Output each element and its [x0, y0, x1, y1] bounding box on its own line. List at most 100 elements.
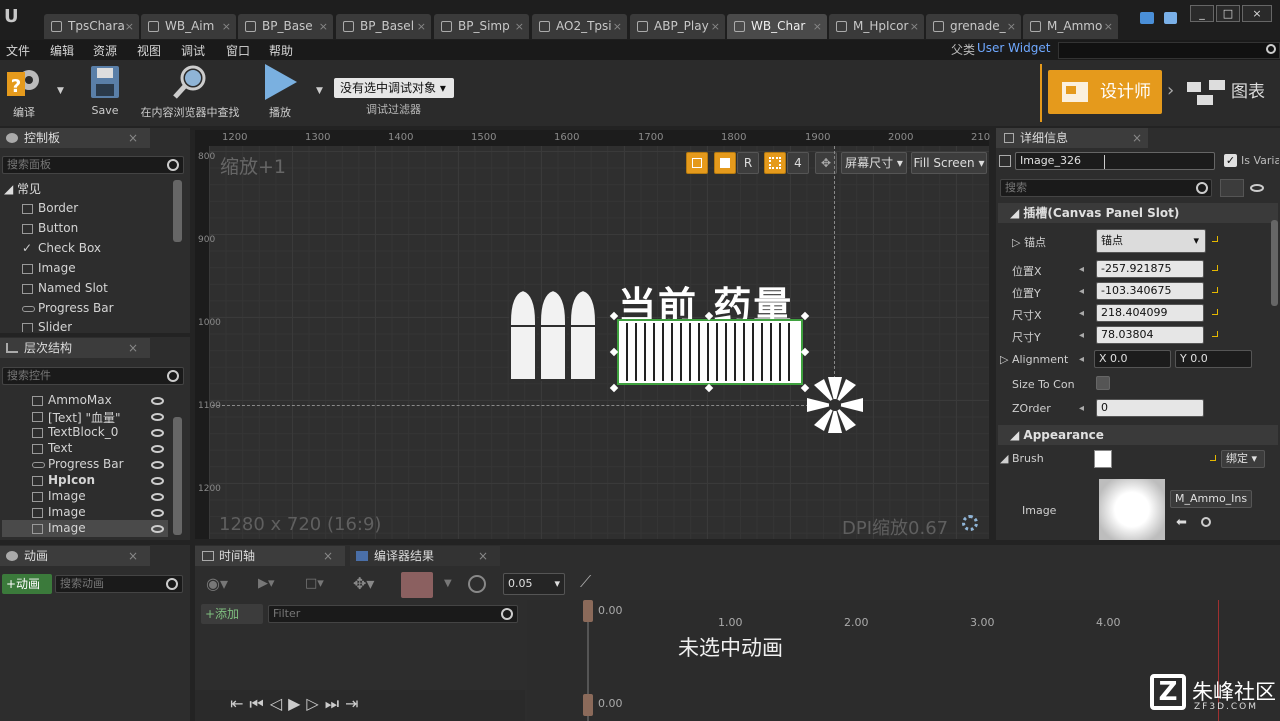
global-search-input[interactable] [1058, 42, 1280, 59]
search-icon[interactable] [1266, 44, 1276, 54]
brush-label[interactable]: ◢ Brush [1000, 452, 1044, 465]
link-icon[interactable]: ◂ [1079, 354, 1084, 365]
image-asset-select[interactable]: M_Ammo_Ins [1170, 490, 1252, 508]
add-track-button[interactable]: +添加 [201, 604, 263, 624]
pos-y-input[interactable]: -103.340675 [1096, 282, 1204, 300]
reset-arrow-icon[interactable] [1212, 309, 1218, 315]
close-icon[interactable]: × [910, 14, 919, 39]
size-to-content-checkbox[interactable] [1096, 376, 1110, 390]
link-icon[interactable]: ◂ [1079, 286, 1084, 297]
menu-edit[interactable]: 编辑 [50, 42, 74, 59]
palette-search-input[interactable]: 搜索面板 [2, 156, 184, 174]
menu-view[interactable]: 视图 [137, 42, 161, 59]
widget-name-input[interactable]: Image_326 [1015, 152, 1215, 170]
tab-m-hpicon[interactable]: M_HpIcor × [829, 14, 924, 39]
eye-icon[interactable] [151, 509, 164, 517]
slot-section-header[interactable]: ◢ 插槽(Canvas Panel Slot) [998, 203, 1278, 223]
play-button[interactable]: 播放 [258, 64, 302, 120]
grid-snap-button[interactable] [764, 152, 786, 174]
find-in-browser-button[interactable]: 在内容浏览器中查找 [134, 64, 246, 120]
reset-arrow-icon[interactable] [1212, 331, 1218, 337]
hierarchy-item[interactable]: [Text] "血量" [32, 409, 121, 426]
hierarchy-item[interactable]: Text [32, 441, 72, 455]
image-thumbnail[interactable] [1099, 479, 1165, 540]
menu-asset[interactable]: 资源 [93, 42, 117, 59]
palette-item-image[interactable]: Image [22, 261, 76, 275]
hierarchy-item[interactable]: Progress Bar [32, 457, 124, 471]
r-toggle-button[interactable]: R [737, 152, 759, 174]
hierarchy-scrollbar[interactable] [173, 417, 182, 535]
reset-arrow-icon[interactable] [1212, 265, 1218, 271]
animation-search-input[interactable]: 搜索动画 [55, 575, 183, 593]
curve-icon[interactable]: ⟋ [580, 572, 591, 592]
search-icon[interactable] [1196, 182, 1208, 194]
search-icon[interactable] [166, 578, 178, 590]
bind-button[interactable]: 绑定 ▾ [1221, 450, 1265, 468]
step-size-select[interactable]: 0.05 ▾ [503, 573, 565, 595]
anchor-dropdown[interactable]: 锚点 ▾ [1096, 229, 1206, 253]
tab-tpschara[interactable]: TpsChara × [44, 14, 139, 39]
tab-bp-basel[interactable]: BP_Basel × [336, 14, 431, 39]
tab-m-ammo[interactable]: M_Ammo × [1023, 14, 1118, 39]
square-select-icon[interactable]: □▾ [305, 576, 324, 591]
eye-toggle-icon[interactable]: ◉▾ [206, 574, 228, 593]
animation-tab[interactable]: 动画 × [0, 546, 150, 566]
details-tab[interactable]: 详细信息 × [996, 128, 1148, 148]
align-y-input[interactable]: Y 0.0 [1175, 350, 1252, 368]
play-options-icon[interactable]: ▼ [316, 86, 323, 96]
hierarchy-item[interactable]: HpIcon [32, 473, 95, 487]
palette-tab[interactable]: 控制板 × [0, 128, 150, 148]
eye-icon[interactable] [151, 461, 164, 469]
close-icon[interactable]: × [128, 338, 138, 358]
appearance-section-header[interactable]: ◢ Appearance [998, 425, 1278, 445]
eye-icon[interactable] [151, 525, 164, 533]
palette-item-slider[interactable]: Slider [22, 320, 72, 332]
track-filter-input[interactable]: Filter [268, 605, 518, 623]
eye-icon[interactable] [151, 493, 164, 501]
close-icon[interactable]: × [319, 14, 328, 39]
eye-icon[interactable] [151, 429, 164, 437]
tab-ao2-tps[interactable]: AO2_Tpsi × [532, 14, 627, 39]
search-icon[interactable] [167, 159, 179, 171]
zorder-input[interactable]: 0 [1096, 399, 1204, 417]
close-icon[interactable]: × [417, 14, 426, 39]
grid-size-select[interactable]: 4 [787, 152, 809, 174]
hierarchy-item-selected[interactable]: Image [32, 521, 86, 535]
menu-file[interactable]: 文件 [6, 42, 30, 59]
respect-locks-button[interactable] [714, 152, 736, 174]
size-y-input[interactable]: 78.03804 [1096, 326, 1204, 344]
eye-icon[interactable] [151, 477, 164, 485]
palette-item-border[interactable]: Border [22, 201, 78, 215]
tab-grenade[interactable]: grenade_ × [926, 14, 1021, 39]
brush-color-swatch[interactable] [1094, 450, 1112, 468]
outline-toggle-button[interactable] [686, 152, 708, 174]
close-icon[interactable]: × [1104, 14, 1113, 39]
feedback-icon[interactable] [1140, 12, 1154, 24]
transport-buttons[interactable]: ⇤⏮◁▶▷⏭⇥ [230, 694, 365, 714]
palette-item-button[interactable]: Button [22, 221, 78, 235]
close-icon[interactable]: × [125, 14, 134, 39]
tab-wb-aim[interactable]: WB_Aim × [141, 14, 236, 39]
tab-bp-simp[interactable]: BP_Simp × [434, 14, 529, 39]
browse-search-icon[interactable] [1201, 517, 1211, 527]
maximize-button[interactable]: □ [1216, 5, 1240, 22]
tab-abp-play[interactable]: ABP_Play × [630, 14, 725, 39]
link-icon[interactable]: ◂ [1079, 330, 1084, 341]
debug-object-select[interactable]: 没有选中调试对象 ▾ [334, 78, 454, 98]
alignment-label[interactable]: ▷ Alignment [1000, 353, 1068, 366]
pos-x-input[interactable]: -257.921875 [1096, 260, 1204, 278]
timeline-tab[interactable]: 时间轴 × [195, 546, 345, 566]
anchor-label[interactable]: ▷ 锚点 [1012, 234, 1046, 250]
link-icon[interactable]: ◂ [1079, 308, 1084, 319]
close-icon[interactable]: × [128, 546, 138, 566]
hierarchy-item[interactable]: AmmoMax [32, 393, 112, 407]
designer-mode-button[interactable]: 设计师 [1048, 70, 1162, 114]
compile-button[interactable]: ? 编译 [3, 64, 45, 120]
size-x-input[interactable]: 218.404099 [1096, 304, 1204, 322]
reset-arrow-icon[interactable] [1210, 455, 1216, 461]
fill-screen-select[interactable]: Fill Screen ▾ [911, 152, 987, 174]
tab-wb-char[interactable]: WB_Char × [727, 14, 827, 39]
hierarchy-item[interactable]: Image [32, 489, 86, 503]
eye-icon[interactable] [151, 413, 164, 421]
close-icon[interactable]: × [323, 546, 333, 566]
